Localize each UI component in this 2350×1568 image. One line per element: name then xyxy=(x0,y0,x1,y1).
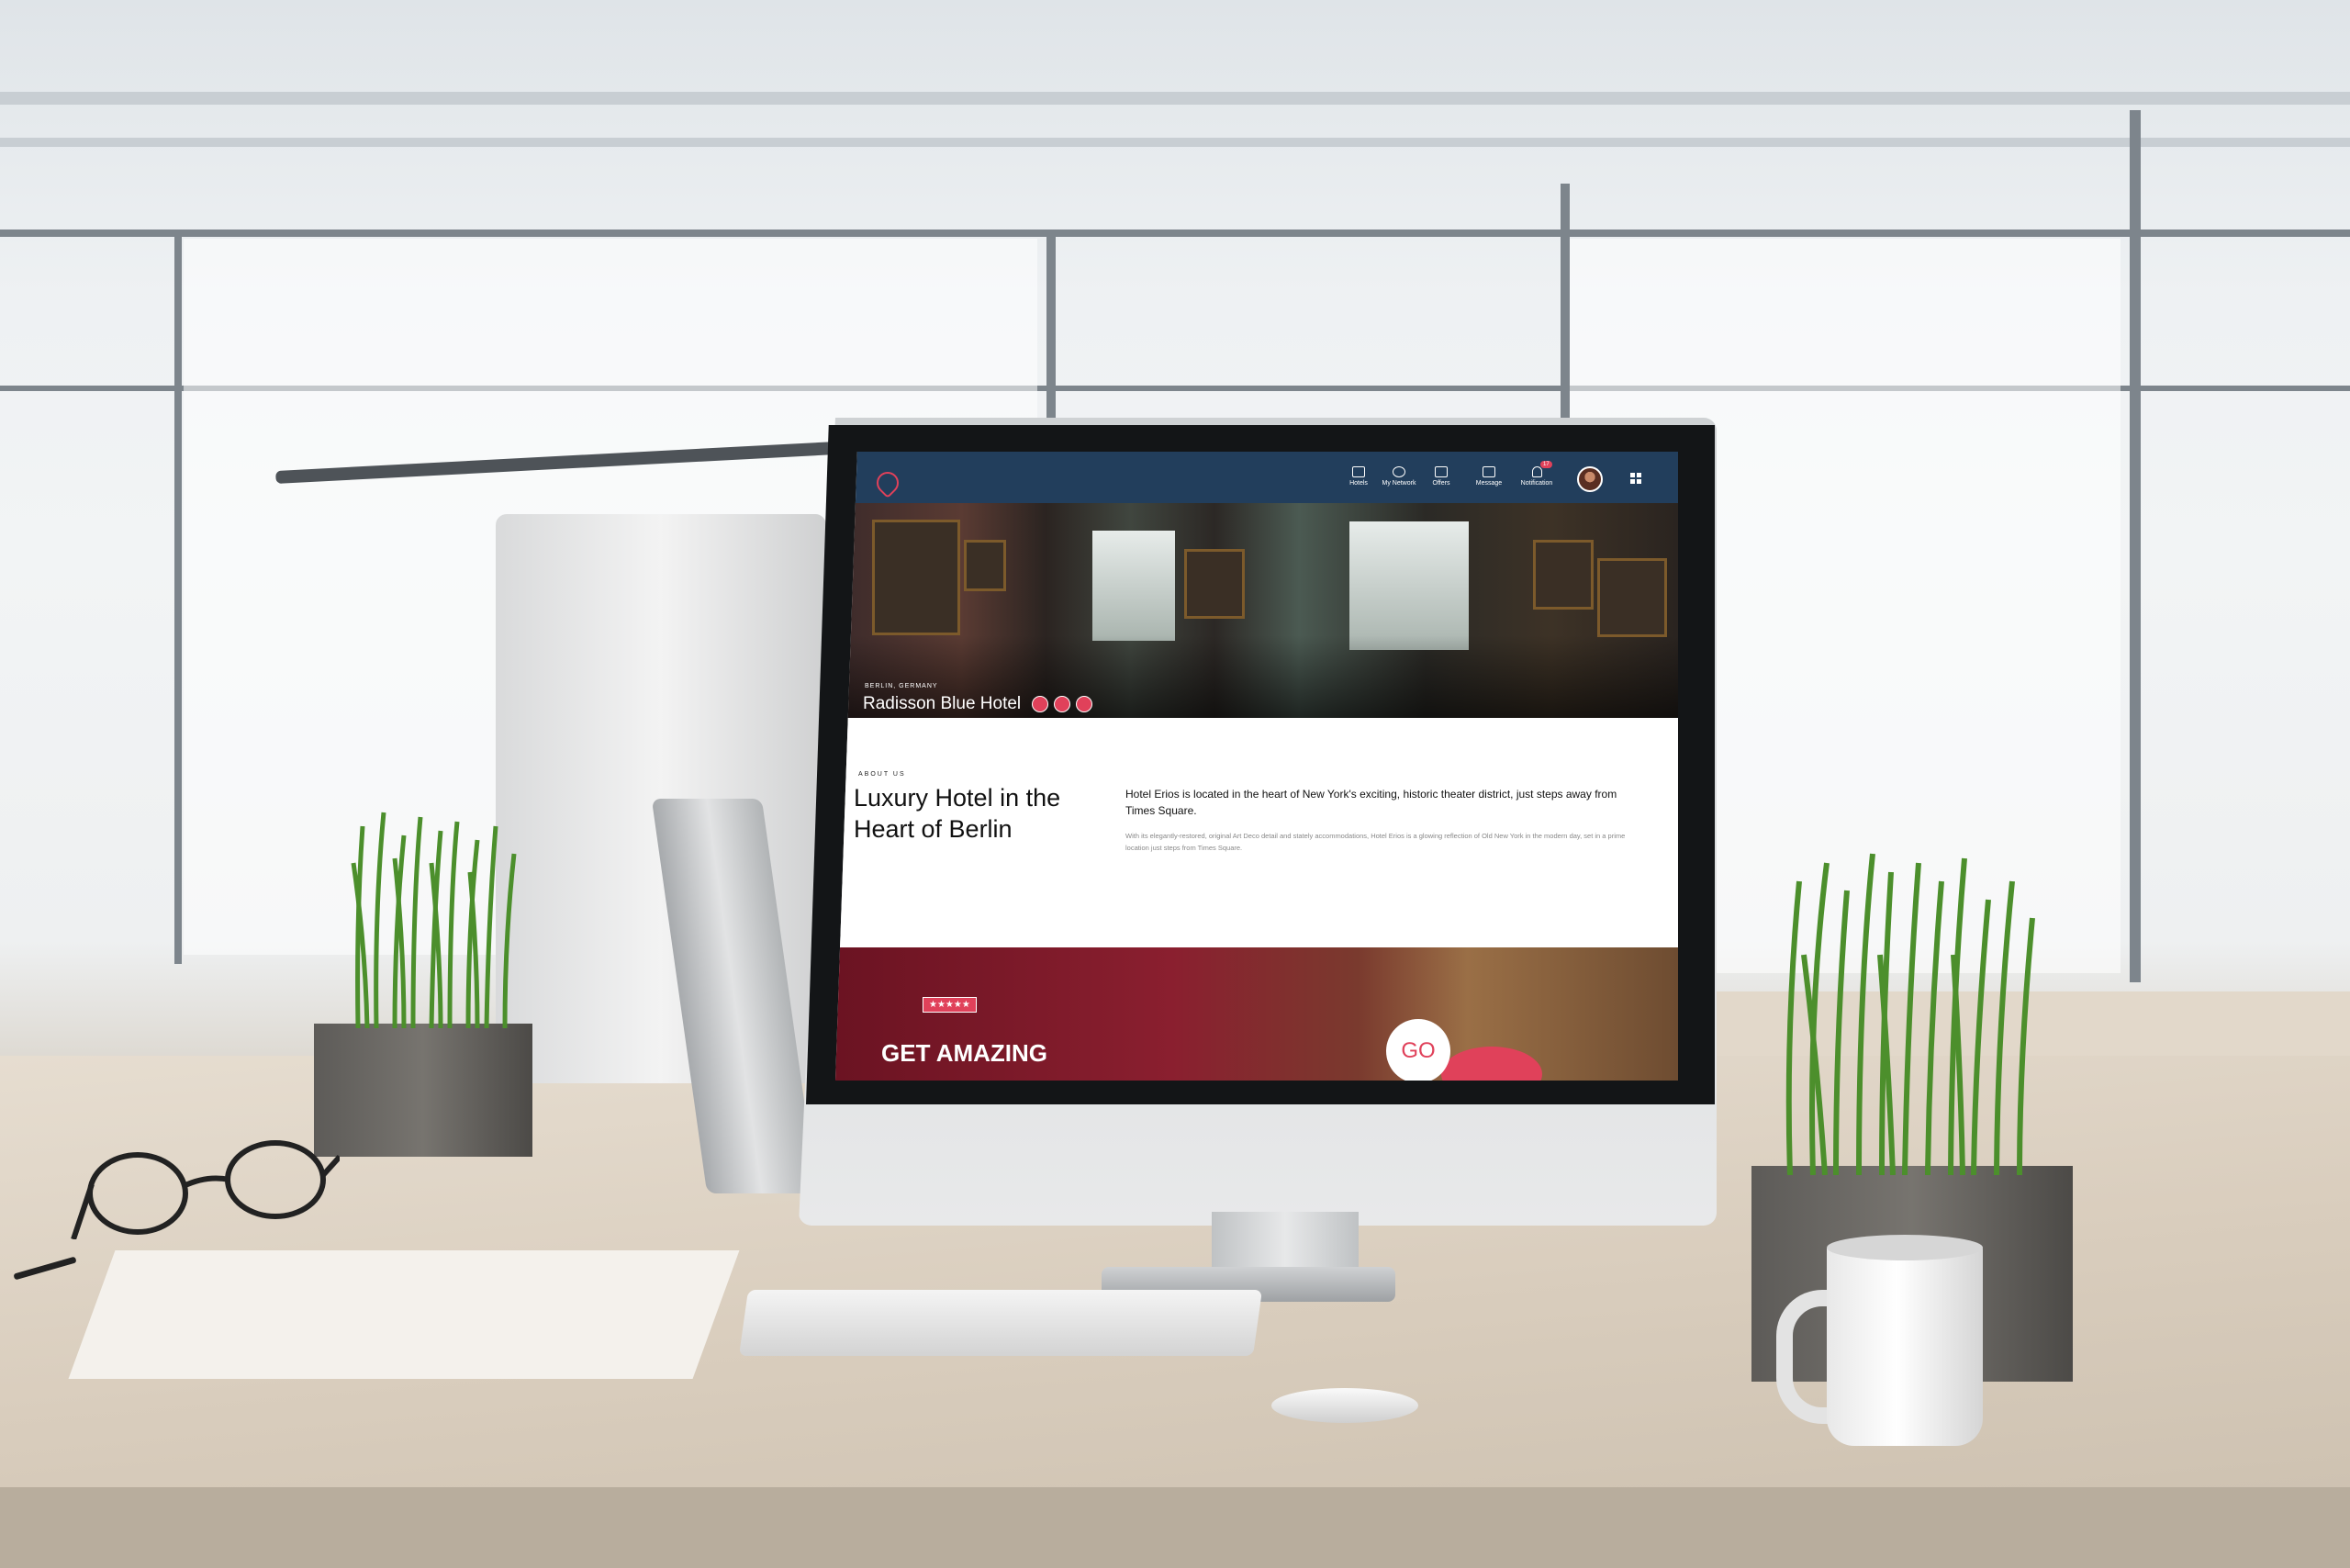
nav-label: Offers xyxy=(1432,480,1450,487)
nav-label: My Network xyxy=(1382,480,1416,487)
nav-item-message[interactable]: Message xyxy=(1461,466,1516,487)
promo-accent-shape xyxy=(1441,1047,1542,1081)
hotel-title: Radisson Blue Hotel xyxy=(863,694,1022,713)
window-frame xyxy=(174,230,182,964)
ceiling-beam xyxy=(0,92,2350,105)
hero-picture xyxy=(964,540,1006,591)
user-avatar[interactable] xyxy=(1577,466,1603,492)
hero-door xyxy=(872,520,960,635)
hero-picture xyxy=(1184,549,1245,619)
website-screen: Hotels My Network Offers Message Notific… xyxy=(835,452,1678,1081)
nav-label: Notification xyxy=(1520,480,1553,487)
bed-icon xyxy=(1352,466,1365,477)
window-frame xyxy=(0,230,2350,237)
notification-badge: 17 xyxy=(1540,461,1552,468)
about-kicker: ABOUT US xyxy=(858,771,906,778)
tag-icon xyxy=(1435,466,1448,477)
mug-rim xyxy=(1827,1235,1983,1260)
plant-grass xyxy=(351,812,517,1028)
people-icon xyxy=(1393,466,1405,477)
ceiling-beam xyxy=(0,138,2350,147)
message-icon xyxy=(1483,466,1495,477)
promo-headline: GET AMAZING xyxy=(881,1039,1048,1067)
top-navbar: Hotels My Network Offers Message Notific… xyxy=(835,452,1678,503)
coffee-mug xyxy=(1827,1244,1983,1446)
brand-logo-icon[interactable] xyxy=(872,467,903,498)
about-title: Luxury Hotel in the Heart of Berlin xyxy=(854,784,1061,843)
nav-label: Hotels xyxy=(1349,480,1368,487)
favorite-heart-icon[interactable] xyxy=(1032,696,1048,712)
about-section: ABOUT US Luxury Hotel in the Heart of Be… xyxy=(835,718,1678,947)
nav-item-offers[interactable]: Offers xyxy=(1414,466,1469,487)
hero-window xyxy=(1349,521,1469,650)
hero-picture xyxy=(1533,540,1594,610)
promo-section: ★★★★★ GET AMAZING GO xyxy=(835,947,1678,1081)
gallery-icon[interactable] xyxy=(1076,696,1092,712)
mouse xyxy=(1271,1388,1418,1423)
nav-item-notification[interactable]: Notification 17 xyxy=(1509,461,1564,487)
rating-stars: ★★★★★ xyxy=(923,997,977,1013)
hero-picture xyxy=(1597,558,1667,637)
desk-edge xyxy=(0,1487,2350,1568)
plant-grass xyxy=(1785,853,2035,1175)
keyboard xyxy=(738,1290,1263,1356)
window-frame xyxy=(2130,110,2141,982)
about-body: With its elegantly-restored, original Ar… xyxy=(1125,832,1626,852)
eyeglasses xyxy=(71,1140,340,1239)
paper-sheet xyxy=(68,1250,740,1379)
nav-label: Message xyxy=(1475,480,1503,487)
share-icon[interactable] xyxy=(1054,696,1070,712)
go-button[interactable]: GO xyxy=(1386,1019,1450,1081)
apps-grid-icon[interactable] xyxy=(1630,473,1641,484)
office-scene: Hotels My Network Offers Message Notific… xyxy=(0,0,2350,1568)
hero-window xyxy=(1092,531,1175,641)
hotel-location: BERLIN, GERMANY xyxy=(865,683,938,689)
hero-banner: BERLIN, GERMANY Radisson Blue Hotel xyxy=(835,503,1678,718)
plant-pot xyxy=(314,1024,532,1157)
bell-icon xyxy=(1531,466,1542,477)
about-lead: Hotel Erios is located in the heart of N… xyxy=(1125,788,1617,817)
